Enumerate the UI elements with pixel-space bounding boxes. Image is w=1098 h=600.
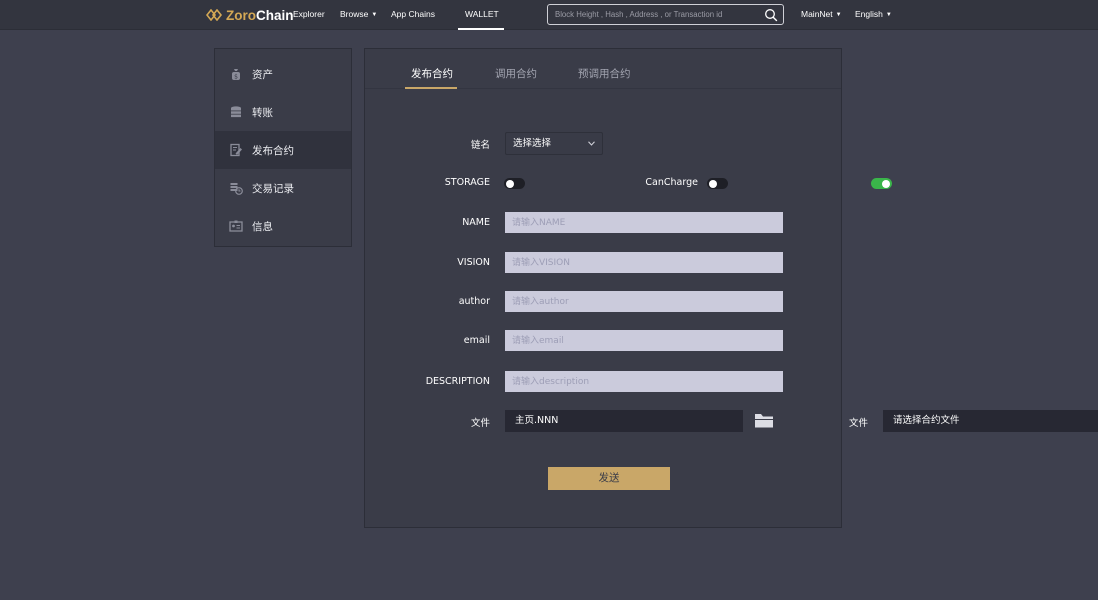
author-input[interactable]: [505, 291, 783, 312]
caret-down-icon: ▼: [371, 12, 378, 18]
logo-text-chain: Chain: [256, 7, 294, 23]
toggle-knob: [709, 179, 717, 188]
name-input[interactable]: [505, 212, 783, 233]
top-nav-bar: Zoro Chain Explorer Browse ▼ App Chains WA…: [0, 0, 1098, 30]
storage-toggle[interactable]: [504, 178, 525, 189]
logo-diamond-icon: [206, 9, 223, 21]
money-bag-icon: $: [232, 69, 240, 81]
nav-active-indicator: [458, 28, 504, 30]
chain-label: 链名: [470, 140, 490, 151]
chevron-down-icon: [588, 141, 595, 146]
name-label: NAME: [462, 217, 490, 228]
nav-app-chains[interactable]: App Chains: [391, 0, 435, 30]
file-path-value: 主页.NNN: [515, 415, 559, 426]
search-input[interactable]: Block Height , Hash , Address , or Trans…: [555, 10, 764, 19]
tab-invoke-contract[interactable]: 调用合约: [495, 66, 537, 81]
edit-document-icon: [230, 143, 242, 157]
cancharge-toggle[interactable]: [707, 178, 728, 189]
file-label-2: 文件: [848, 418, 868, 429]
nav-app-chains-label: App Chains: [391, 9, 435, 19]
description-label: DESCRIPTION: [425, 376, 490, 387]
file-label: 文件: [470, 418, 490, 429]
send-button[interactable]: 发送: [548, 467, 670, 490]
sidebar-item-label: 资产: [252, 68, 273, 81]
sidebar-item-info[interactable]: 信息: [215, 207, 351, 245]
sidebar-item-label: 转账: [252, 106, 273, 119]
storage-label: STORAGE: [444, 177, 490, 188]
chain-select-value: 选择选择: [513, 138, 552, 149]
description-input[interactable]: [505, 371, 783, 392]
sidebar-item-label: 发布合约: [252, 144, 294, 157]
sidebar-item-publish-contract[interactable]: 发布合约: [215, 131, 351, 169]
tab-preinvoke-contract[interactable]: 预调用合约: [578, 66, 631, 81]
nav-wallet-label: WALLET: [465, 9, 499, 19]
email-input[interactable]: [505, 330, 783, 351]
toggle-knob: [882, 179, 890, 188]
search-icon[interactable]: [764, 8, 778, 22]
sidebar-item-label: 交易记录: [252, 182, 294, 195]
active-tab-indicator: [405, 87, 457, 89]
caret-down-icon: ▼: [835, 12, 842, 18]
nav-browse-label: Browse: [340, 9, 369, 19]
nav-browse-dropdown[interactable]: Browse ▼: [340, 0, 377, 30]
file-path-field[interactable]: 主页.NNN: [505, 410, 743, 432]
cancharge-label: CanCharge: [645, 177, 698, 188]
vision-label: VISION: [457, 257, 490, 268]
zorochain-logo[interactable]: Zoro Chain: [206, 6, 294, 24]
chain-select[interactable]: 选择选择: [505, 132, 603, 155]
caret-down-icon: ▼: [885, 12, 892, 18]
network-label: MainNet: [801, 9, 833, 19]
coins-stack-icon: [231, 106, 241, 118]
toggle-knob: [506, 179, 514, 188]
network-dropdown[interactable]: MainNet ▼: [801, 0, 842, 30]
folder-icon[interactable]: [754, 412, 774, 428]
author-label: author: [458, 296, 490, 307]
tab-publish-contract[interactable]: 发布合约: [411, 66, 453, 81]
coin-history-icon: [230, 183, 243, 195]
extra-toggle[interactable]: [871, 178, 892, 189]
wallet-sidebar: $ 资产 转账 发布合约 交易记录 信息: [214, 48, 352, 247]
logo-text-zoro: Zoro: [226, 7, 256, 23]
contract-file-field[interactable]: 请选择合约文件: [883, 410, 1098, 432]
nav-explorer-label: Explorer: [293, 9, 325, 19]
language-label: English: [855, 9, 883, 19]
id-card-icon: [229, 220, 243, 232]
sidebar-item-assets[interactable]: $ 资产: [215, 55, 351, 93]
contract-tabs: 发布合约 调用合约 预调用合约: [365, 49, 841, 89]
svg-text:$: $: [234, 74, 238, 81]
sidebar-item-transactions[interactable]: 交易记录: [215, 169, 351, 207]
publish-contract-panel: 发布合约 调用合约 预调用合约: [364, 48, 842, 528]
contract-file-value: 请选择合约文件: [893, 415, 960, 426]
sidebar-item-transfer[interactable]: 转账: [215, 93, 351, 131]
nav-explorer[interactable]: Explorer: [293, 0, 325, 30]
email-label: email: [463, 335, 490, 346]
language-dropdown[interactable]: English ▼: [855, 0, 892, 30]
sidebar-item-label: 信息: [252, 220, 273, 233]
vision-input[interactable]: [505, 252, 783, 273]
nav-wallet[interactable]: WALLET: [465, 0, 499, 30]
search-bar[interactable]: Block Height , Hash , Address , or Trans…: [547, 4, 784, 25]
